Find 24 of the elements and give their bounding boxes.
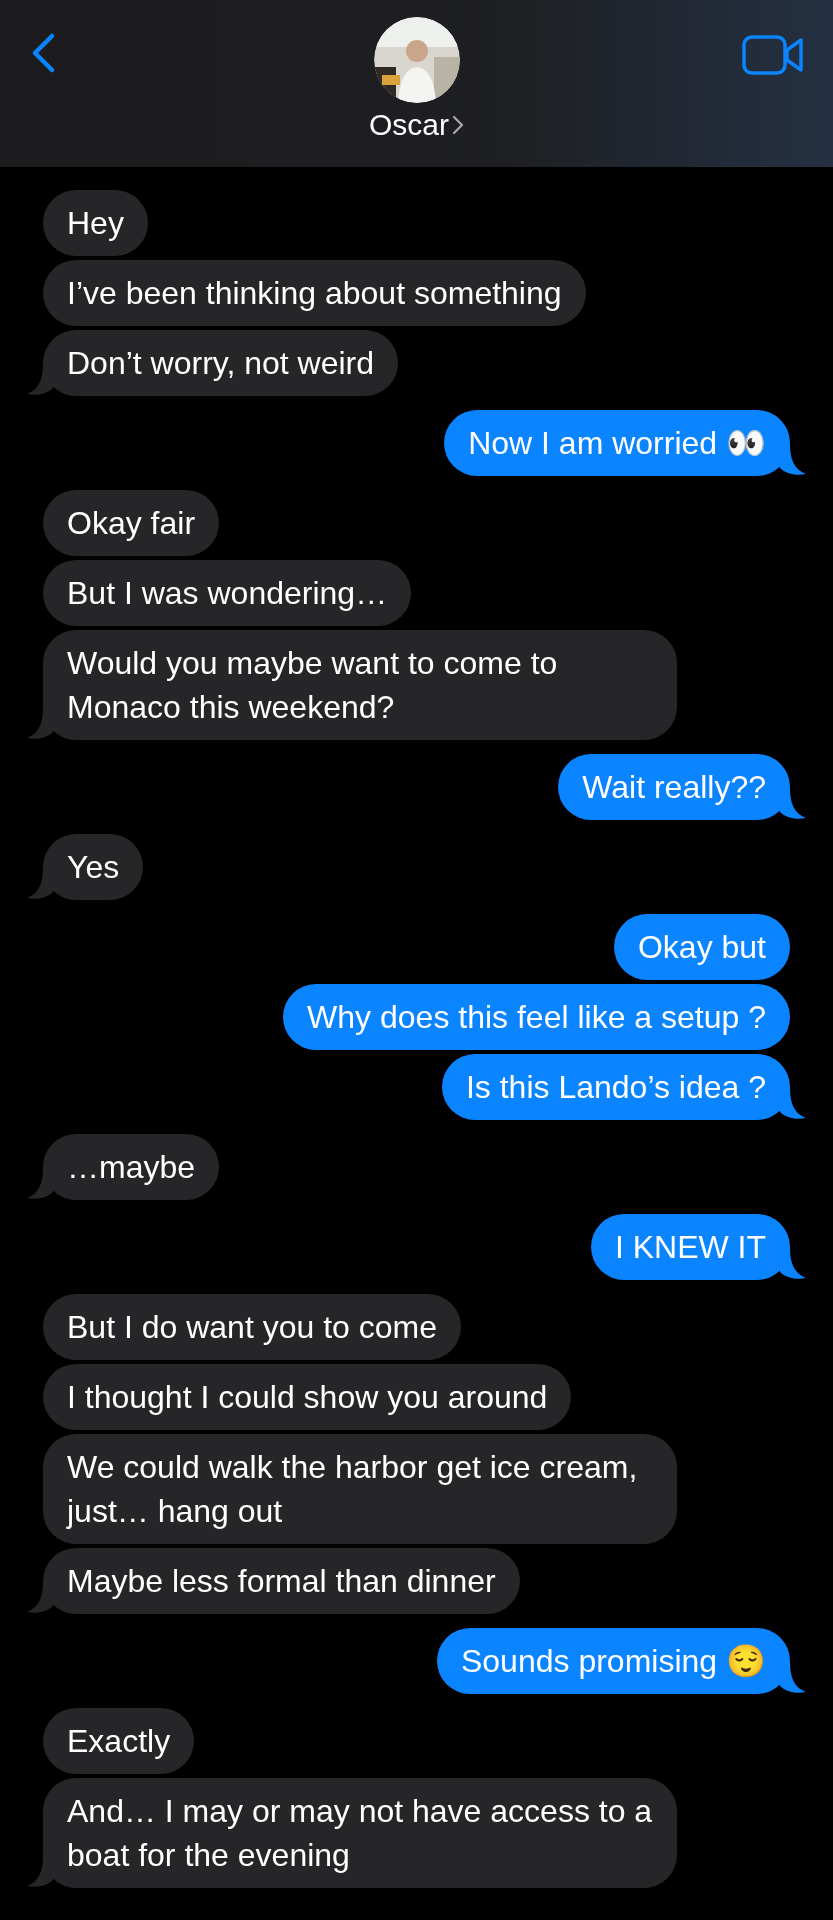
received-message-bubble: Exactly [43, 1708, 195, 1774]
sent-message-bubble: Now I am worried 👀 [444, 410, 790, 476]
sent-message-bubble: Why does this feel like a setup ? [283, 984, 790, 1050]
video-call-icon[interactable] [742, 35, 804, 75]
received-message-bubble: …maybe [43, 1134, 220, 1200]
received-message-bubble: I thought I could show you around [43, 1364, 572, 1430]
received-message-bubble: I’ve been thinking about something [43, 260, 586, 326]
received-message-bubble: Would you maybe want to come to Monaco this weekend? [43, 630, 677, 740]
received-message-bubble: Hey [43, 190, 148, 256]
received-message-bubble: And… I may or may not have access to a boat for the evening [43, 1778, 677, 1888]
received-message-bubble: Don’t worry, not weird [43, 330, 399, 396]
received-message-bubble: But I do want you to come [43, 1294, 461, 1360]
sent-message-bubble: Okay but [613, 914, 790, 980]
sent-message-bubble: Sounds promising 😌 [436, 1628, 790, 1694]
received-message-bubble: We could walk the harbor get ice cream, just… hang out [43, 1434, 677, 1544]
received-message-bubble: But I was wondering… [43, 560, 412, 626]
sent-message-bubble: Wait really?? [558, 754, 790, 820]
chevron-right-icon [452, 114, 464, 136]
sent-message-bubble: I KNEW IT [590, 1214, 790, 1280]
received-message-bubble: Okay fair [43, 490, 220, 556]
sent-message-bubble: Is this Lando’s idea ? [441, 1054, 790, 1120]
received-message-bubble: Yes [43, 834, 144, 900]
contact-name[interactable]: Oscar [369, 108, 449, 142]
received-message-bubble: Maybe less formal than dinner [43, 1548, 520, 1614]
